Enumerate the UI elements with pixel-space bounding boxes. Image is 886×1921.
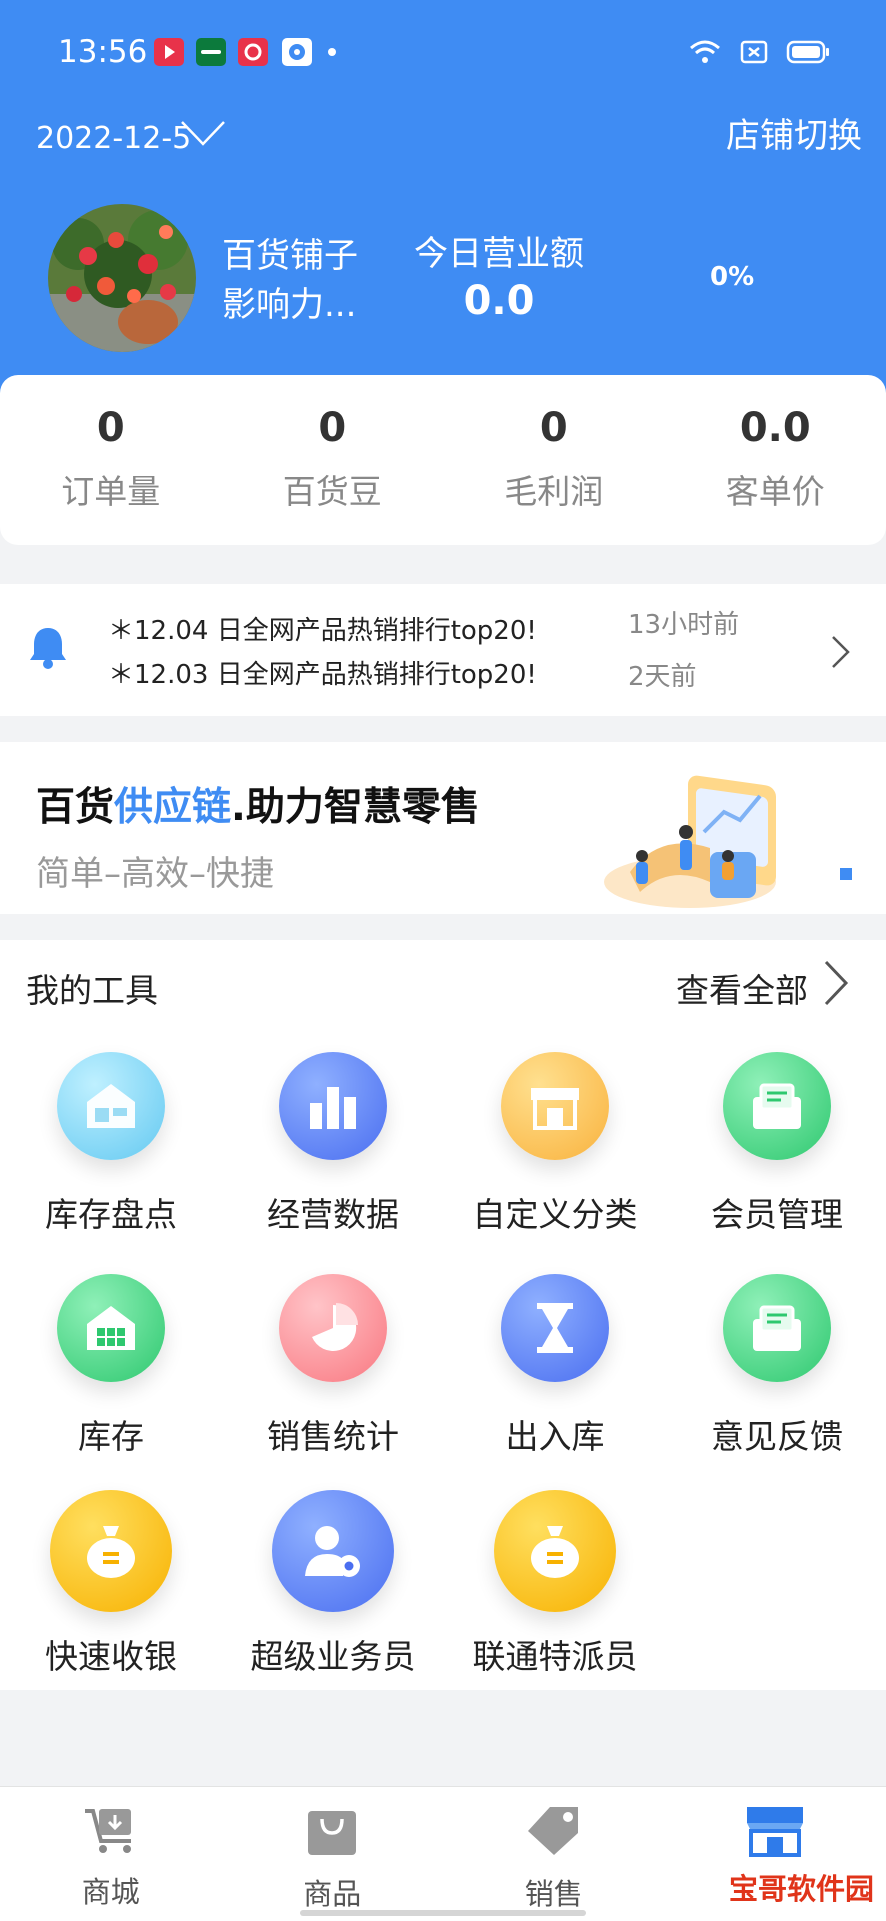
notice-item-time: 2天前 bbox=[628, 656, 697, 693]
tool-label: 经营数据 bbox=[222, 1188, 444, 1236]
home-indicator bbox=[300, 1910, 586, 1916]
price-tag-icon bbox=[526, 1803, 582, 1857]
banner-title-part: .助力智慧零售 bbox=[231, 785, 480, 830]
more-notifications-dot bbox=[328, 48, 336, 56]
tool-label: 库存盘点 bbox=[0, 1188, 222, 1236]
notice-item-text[interactable]: ＊12.04 日全网产品热销排行top20! bbox=[108, 610, 537, 647]
oppo-app-icon bbox=[196, 38, 226, 66]
tool-unicom-agent[interactable]: 联通特派员 bbox=[444, 1490, 666, 1678]
tab-sales[interactable]: 销售 bbox=[443, 1787, 665, 1921]
tool-quick-checkout[interactable]: 快速收银 bbox=[0, 1490, 222, 1678]
tools-title: 我的工具 bbox=[26, 964, 158, 1012]
stat-beans[interactable]: 0 百货豆 bbox=[222, 375, 444, 545]
switch-store-button[interactable]: 店铺切换 bbox=[726, 108, 862, 157]
stats-card: 0 订单量 0 百货豆 0 毛利润 0.0 客单价 bbox=[0, 375, 886, 545]
banner-page-indicator[interactable] bbox=[840, 868, 852, 880]
revenue-value: 0.0 bbox=[414, 278, 584, 324]
tool-super-salesman[interactable]: 超级业务员 bbox=[222, 1490, 444, 1678]
envelope-icon bbox=[723, 1274, 831, 1382]
tool-label: 自定义分类 bbox=[444, 1188, 666, 1236]
date-selector[interactable]: 2022-12-5 bbox=[36, 121, 191, 156]
stat-label: 客单价 bbox=[665, 465, 886, 513]
status-time: 13:56 bbox=[58, 34, 147, 70]
stat-gross-profit[interactable]: 0 毛利润 bbox=[443, 375, 665, 545]
pie-chart-icon bbox=[279, 1274, 387, 1382]
chevron-right-icon[interactable] bbox=[822, 958, 850, 1008]
wifi-icon bbox=[688, 38, 722, 66]
tab-label: 销售 bbox=[443, 1871, 665, 1913]
tool-label: 意见反馈 bbox=[666, 1410, 886, 1458]
stat-value: 0 bbox=[222, 405, 444, 451]
tool-inventory-check[interactable]: 库存盘点 bbox=[0, 1052, 222, 1236]
store-icon bbox=[743, 1803, 807, 1859]
chevron-down-icon[interactable] bbox=[180, 118, 226, 148]
tab-label: 商城 bbox=[0, 1869, 222, 1911]
banner-illustration bbox=[600, 752, 800, 912]
tab-label: 商品 bbox=[222, 1871, 444, 1913]
money-bag-icon bbox=[494, 1490, 616, 1612]
tool-stock-in-out[interactable]: 出入库 bbox=[444, 1274, 666, 1458]
stat-value: 0 bbox=[443, 405, 665, 451]
tool-label: 快速收银 bbox=[0, 1630, 222, 1678]
revenue-label: 今日营业额 bbox=[414, 226, 584, 275]
tool-label: 联通特派员 bbox=[444, 1630, 666, 1678]
tool-feedback[interactable]: 意见反馈 bbox=[666, 1274, 886, 1458]
shopping-bag-icon bbox=[304, 1803, 360, 1857]
store-avatar[interactable] bbox=[48, 204, 196, 352]
store-name: 百货铺子 bbox=[222, 228, 358, 277]
tool-custom-category[interactable]: 自定义分类 bbox=[444, 1052, 666, 1236]
stat-label: 订单量 bbox=[0, 465, 222, 513]
banner-title-highlight: 供应链 bbox=[114, 785, 231, 830]
tool-label: 超级业务员 bbox=[222, 1630, 444, 1678]
browser-app-icon bbox=[282, 38, 312, 66]
stat-label: 毛利润 bbox=[443, 465, 665, 513]
tool-sales-statistics[interactable]: 销售统计 bbox=[222, 1274, 444, 1458]
view-all-link[interactable]: 查看全部 bbox=[676, 964, 808, 1012]
bell-icon bbox=[28, 624, 68, 670]
banner-subtitle: 简单–高效–快捷 bbox=[36, 846, 274, 895]
tool-member-management[interactable]: 会员管理 bbox=[666, 1052, 886, 1236]
tool-label: 出入库 bbox=[444, 1410, 666, 1458]
notice-item-time: 13小时前 bbox=[628, 604, 739, 641]
tab-products[interactable]: 商品 bbox=[222, 1787, 444, 1921]
hourglass-icon bbox=[501, 1274, 609, 1382]
tool-label: 会员管理 bbox=[666, 1188, 886, 1236]
bar-chart-icon bbox=[279, 1052, 387, 1160]
banner-title-part: 百货 bbox=[36, 785, 114, 830]
banner-title: 百货供应链.助力智慧零售 bbox=[36, 776, 480, 832]
revenue-percent: 0% bbox=[710, 262, 754, 292]
tool-business-data[interactable]: 经营数据 bbox=[222, 1052, 444, 1236]
watermark: 宝哥软件园 bbox=[723, 1864, 880, 1910]
music-app-icon bbox=[238, 38, 268, 66]
warehouse-icon bbox=[57, 1052, 165, 1160]
stat-value: 0.0 bbox=[665, 405, 886, 451]
money-bag-icon bbox=[50, 1490, 172, 1612]
storefront-icon bbox=[501, 1052, 609, 1160]
house-icon bbox=[57, 1274, 165, 1382]
user-gear-icon bbox=[272, 1490, 394, 1612]
envelope-icon bbox=[723, 1052, 831, 1160]
video-app-icon bbox=[154, 38, 184, 66]
chevron-right-icon[interactable] bbox=[830, 634, 852, 670]
notice-item-text[interactable]: ＊12.03 日全网产品热销排行top20! bbox=[108, 654, 537, 691]
battery-icon bbox=[786, 40, 830, 64]
stat-orders[interactable]: 0 订单量 bbox=[0, 375, 222, 545]
tab-mall[interactable]: 商城 bbox=[0, 1787, 222, 1921]
stat-avg-order-value[interactable]: 0.0 客单价 bbox=[665, 375, 886, 545]
notice-bar[interactable] bbox=[0, 584, 886, 716]
tool-inventory[interactable]: 库存 bbox=[0, 1274, 222, 1458]
tool-label: 销售统计 bbox=[222, 1410, 444, 1458]
cart-icon bbox=[81, 1803, 141, 1855]
sim-icon bbox=[740, 40, 768, 64]
stat-label: 百货豆 bbox=[222, 465, 444, 513]
influence-label: 影响力... bbox=[222, 277, 356, 326]
stat-value: 0 bbox=[0, 405, 222, 451]
status-icons bbox=[688, 38, 830, 66]
tool-label: 库存 bbox=[0, 1410, 222, 1458]
